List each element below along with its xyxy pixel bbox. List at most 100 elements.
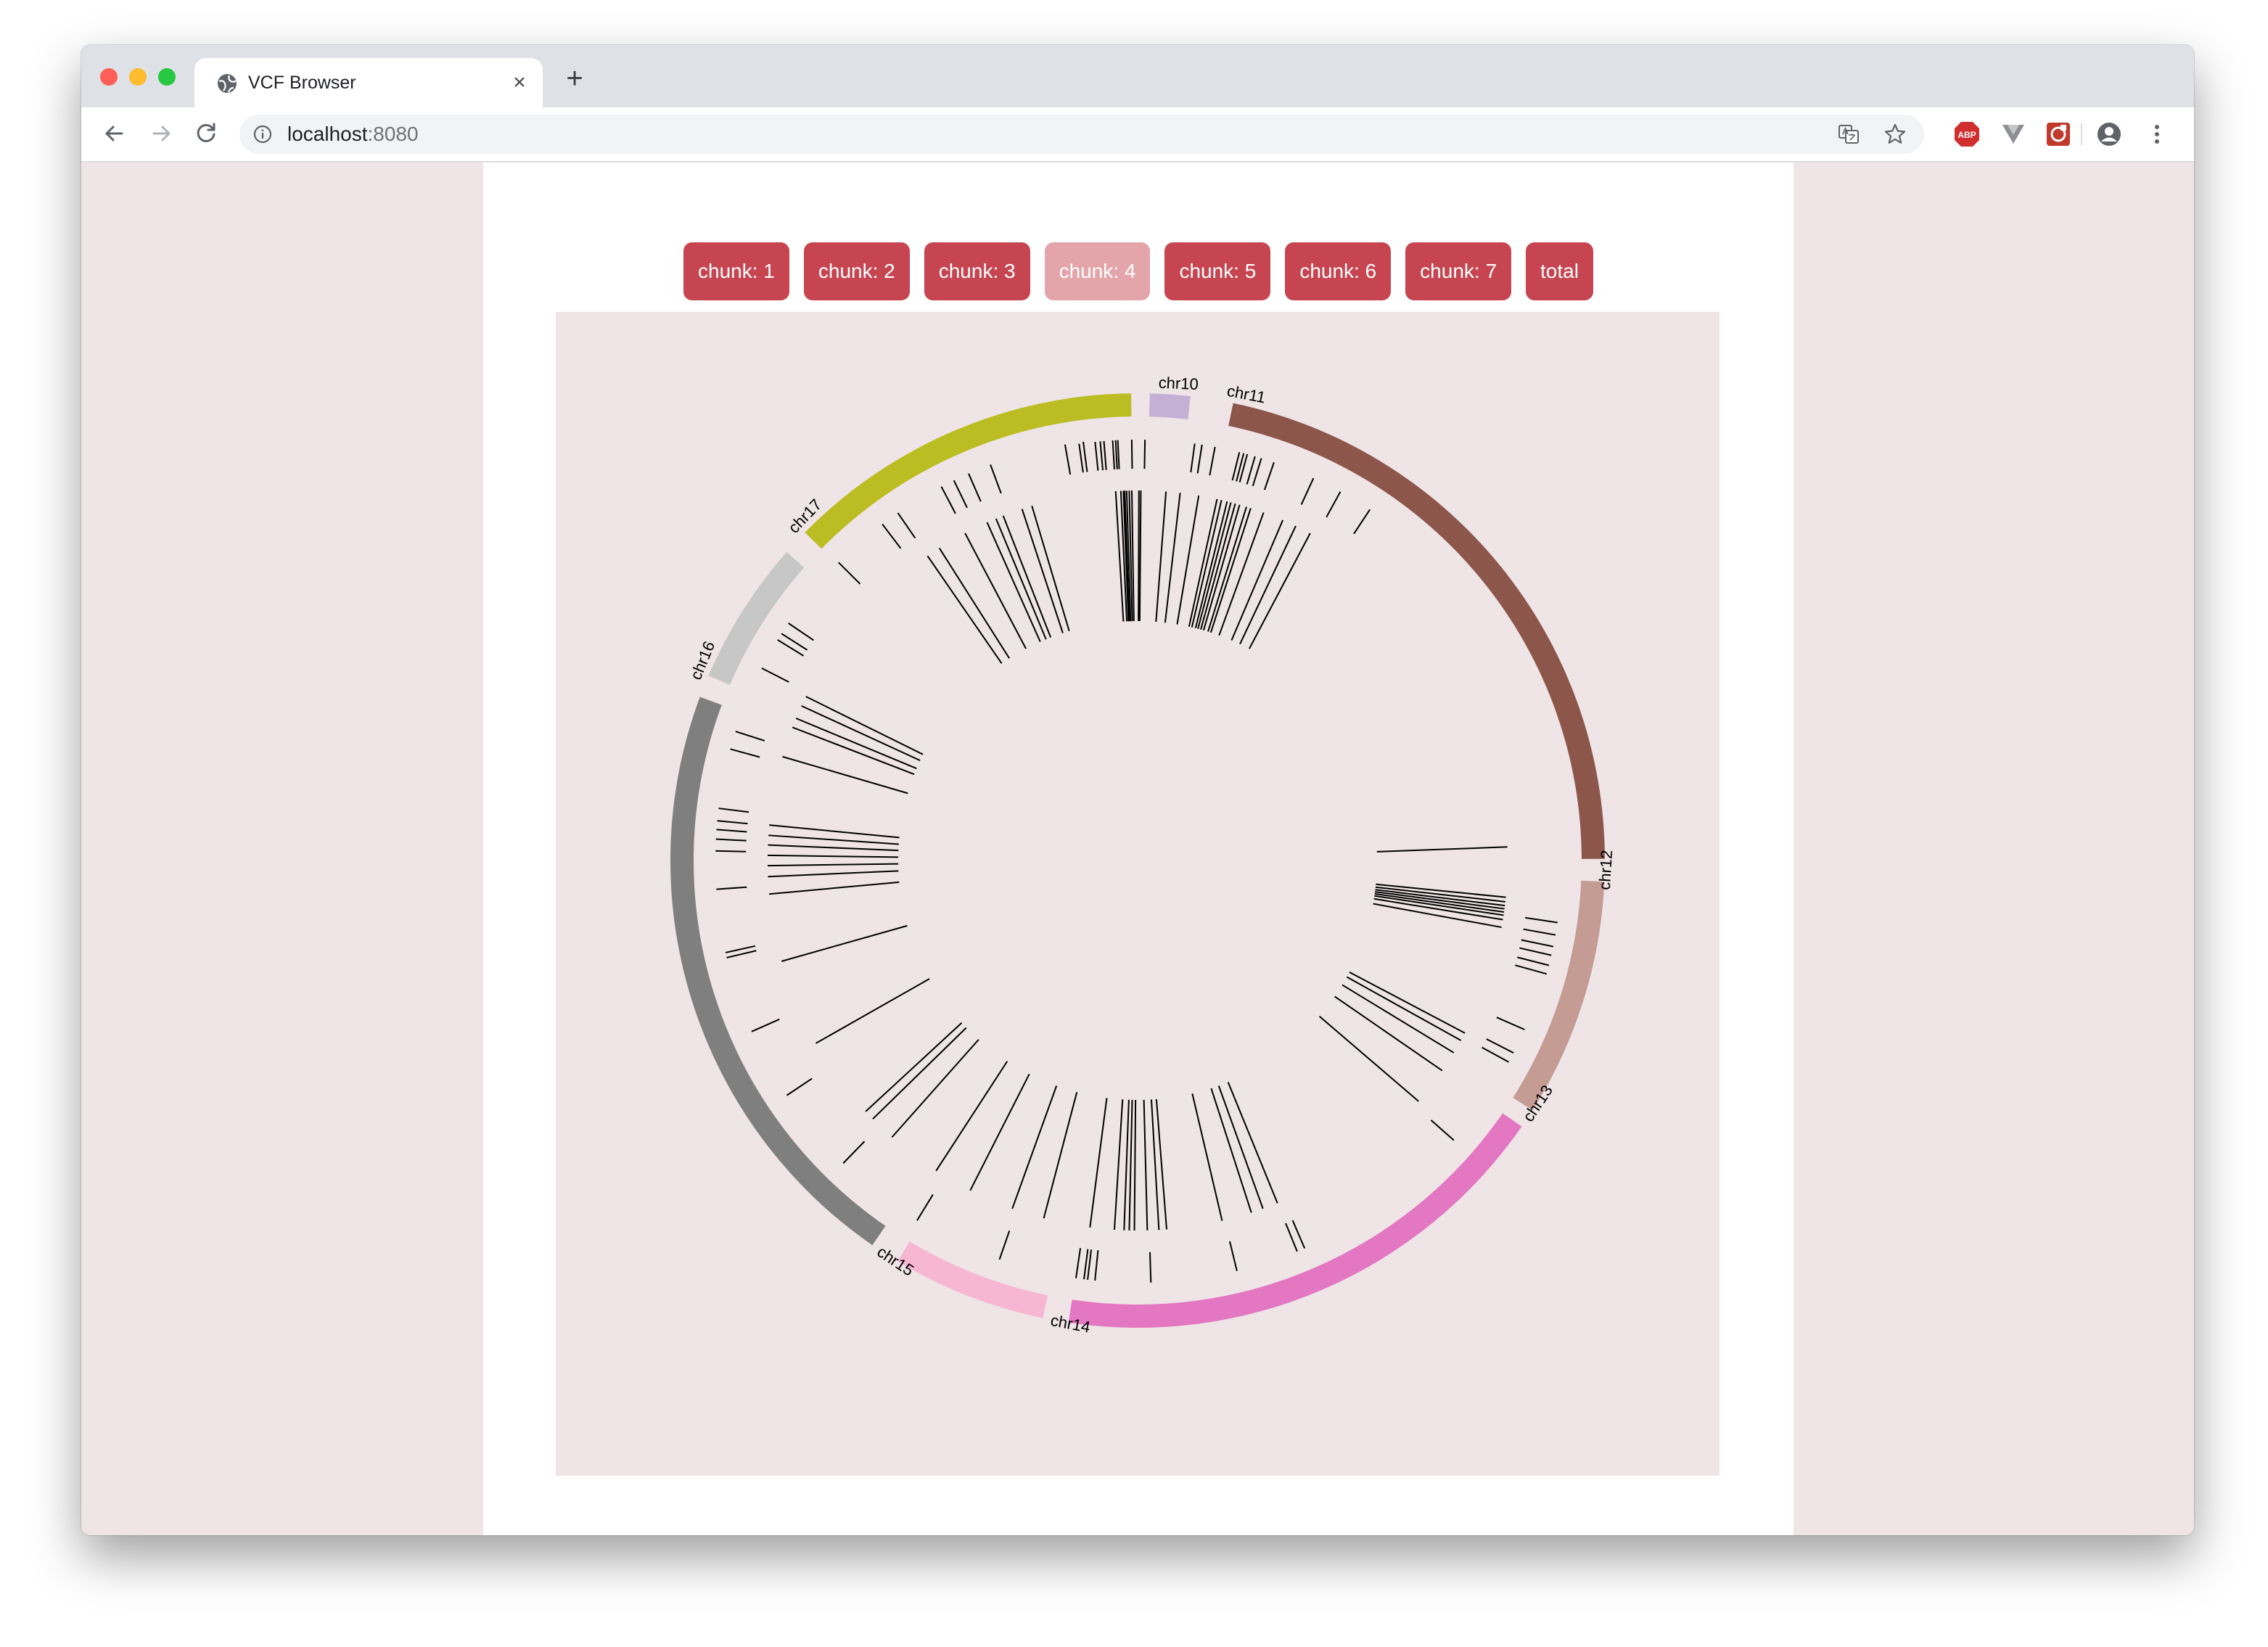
chromosome-band-chr16[interactable] bbox=[708, 551, 805, 685]
forward-arrow-icon bbox=[152, 126, 170, 141]
variant-tick bbox=[1089, 1098, 1108, 1228]
new-tab-button[interactable]: + bbox=[560, 64, 589, 93]
variant-tick bbox=[1376, 846, 1508, 853]
variant-tick bbox=[926, 555, 1003, 664]
variant-tick bbox=[1227, 1082, 1278, 1204]
variant-tick bbox=[990, 464, 1002, 494]
variant-tick bbox=[805, 696, 924, 755]
variant-tick bbox=[1229, 1241, 1238, 1271]
chromosome-band-chr10[interactable] bbox=[1149, 393, 1191, 419]
page-viewport: chunk: 1 chunk: 2 chunk: 3 chunk: 4 chunk: 5… bbox=[81, 163, 2194, 1535]
toolbar-divider bbox=[2081, 123, 2082, 145]
variant-tick bbox=[730, 748, 760, 758]
extension-icon[interactable] bbox=[2045, 120, 2072, 148]
chunk-button-5[interactable]: chunk: 5 bbox=[1164, 242, 1271, 300]
adblock-icon[interactable]: ABP bbox=[1953, 120, 1981, 148]
chromosome-band-chr15[interactable] bbox=[670, 697, 886, 1246]
main-content: chunk: 1 chunk: 2 chunk: 3 chunk: 4 chunk: 5… bbox=[483, 163, 1794, 1535]
globe-icon bbox=[218, 74, 237, 93]
vue-devtools-icon[interactable] bbox=[2000, 120, 2027, 148]
chromosome-label-chr12: chr12 bbox=[1595, 850, 1616, 891]
chromosome-label-chr10: chr10 bbox=[1158, 374, 1199, 393]
variant-tick bbox=[935, 1061, 1008, 1172]
variant-tick bbox=[1078, 443, 1084, 473]
chunk-button-6[interactable]: chunk: 6 bbox=[1285, 242, 1392, 300]
tab-strip: VCF Browser × + bbox=[81, 45, 2194, 107]
variant-tick bbox=[995, 518, 1047, 640]
variant-tick bbox=[718, 808, 749, 813]
close-tab-icon[interactable]: × bbox=[508, 71, 531, 94]
variant-tick bbox=[1149, 1252, 1152, 1283]
browser-window: VCF Browser × + localhost:8080 ABP chunk… bbox=[81, 45, 2194, 1535]
chunk-button-4[interactable]: chunk: 4 bbox=[1044, 242, 1151, 300]
forward-button[interactable] bbox=[145, 118, 177, 149]
menu-icon[interactable] bbox=[2143, 120, 2171, 148]
variant-tick bbox=[768, 834, 899, 845]
chromosome-band-chr13[interactable] bbox=[1068, 1113, 1522, 1328]
circos-svg: chr10 chr11chr12chr13chr14chr15chr16chr17 bbox=[670, 374, 1616, 1336]
variant-tick bbox=[1238, 453, 1249, 482]
chunk-button-2[interactable]: chunk: 2 bbox=[803, 242, 910, 300]
variant-tick bbox=[1087, 1249, 1093, 1281]
close-window-button[interactable] bbox=[100, 68, 118, 86]
bookmark-star-icon[interactable] bbox=[1883, 123, 1907, 146]
variant-tick bbox=[761, 667, 789, 683]
variant-tick bbox=[1376, 883, 1506, 898]
variant-tick bbox=[768, 844, 899, 852]
variant-tick bbox=[735, 731, 765, 742]
variant-tick bbox=[1043, 1091, 1078, 1219]
variant-tick bbox=[715, 850, 747, 853]
variant-tick bbox=[1143, 440, 1146, 469]
browser-tab[interactable]: VCF Browser × bbox=[194, 58, 543, 107]
chunk-button-7[interactable]: chunk: 7 bbox=[1405, 242, 1512, 300]
variant-tick bbox=[1011, 1085, 1058, 1209]
chromosome-band-chr12[interactable] bbox=[1513, 880, 1605, 1111]
profile-icon[interactable] bbox=[2095, 120, 2123, 148]
back-arrow-icon bbox=[105, 126, 123, 141]
variant-tick bbox=[1525, 916, 1558, 924]
variant-tick bbox=[1083, 1249, 1089, 1280]
url-text[interactable]: localhost:8080 bbox=[287, 123, 419, 146]
circos-plot: chr10 chr11 chr12 chr13 chr14 chr15 chr16 chr17 bbox=[556, 312, 1720, 1476]
variant-tick bbox=[1482, 1046, 1509, 1063]
variant-tick bbox=[1123, 1099, 1130, 1231]
variant-tick bbox=[777, 639, 805, 657]
address-bar[interactable]: localhost:8080 bbox=[239, 115, 1924, 154]
variant-tick bbox=[953, 480, 968, 509]
variant-tick bbox=[1515, 964, 1547, 975]
minimize-window-button[interactable] bbox=[129, 68, 147, 86]
variant-tick bbox=[1300, 477, 1315, 505]
variant-tick bbox=[795, 718, 917, 770]
back-button[interactable] bbox=[99, 118, 131, 149]
variant-tick bbox=[792, 726, 915, 776]
chromosome-band-chr11[interactable] bbox=[1228, 403, 1605, 859]
variant-tick bbox=[1114, 440, 1118, 469]
variant-tick bbox=[751, 1018, 780, 1032]
variant-tick bbox=[1486, 1038, 1514, 1054]
variant-tick bbox=[768, 870, 899, 878]
variant-tick bbox=[1143, 1099, 1149, 1231]
variant-tick bbox=[865, 1022, 963, 1112]
chromosome-band-chr14[interactable] bbox=[897, 1241, 1048, 1318]
variant-tick bbox=[1164, 493, 1181, 623]
reload-button[interactable] bbox=[190, 118, 222, 149]
chunk-button-3[interactable]: chunk: 3 bbox=[924, 242, 1030, 300]
variant-tick bbox=[1326, 491, 1342, 518]
variant-tick bbox=[1523, 928, 1556, 936]
chunk-button-1[interactable]: chunk: 1 bbox=[683, 242, 789, 300]
chunk-button-8[interactable]: total bbox=[1526, 242, 1593, 300]
site-info-icon[interactable] bbox=[252, 124, 273, 144]
variant-tick bbox=[1191, 1093, 1223, 1221]
variant-tick bbox=[1094, 1250, 1099, 1281]
translate-icon[interactable] bbox=[1837, 123, 1860, 146]
reload-icon bbox=[197, 123, 215, 142]
variant-tick bbox=[998, 1230, 1011, 1260]
variant-tick bbox=[940, 486, 956, 514]
maximize-window-button[interactable] bbox=[158, 68, 176, 86]
variant-tick bbox=[1133, 1099, 1137, 1231]
variant-tick bbox=[717, 820, 748, 825]
variant-tick bbox=[1176, 495, 1200, 625]
variant-tick bbox=[1094, 441, 1099, 471]
variant-tick bbox=[1064, 444, 1072, 475]
variant-tick bbox=[715, 838, 747, 842]
